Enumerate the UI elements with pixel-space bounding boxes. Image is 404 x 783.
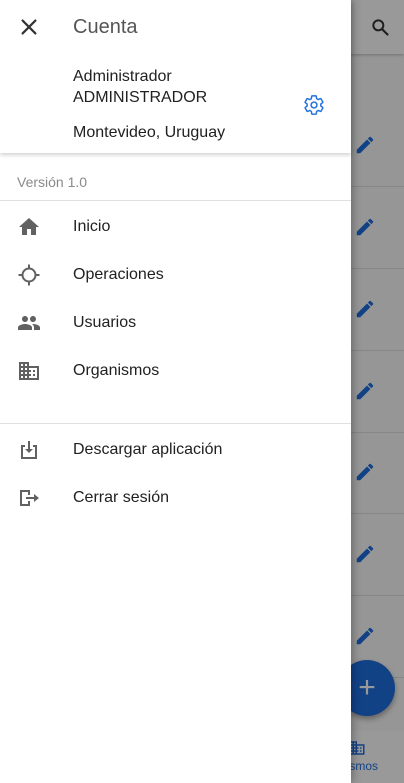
nav-item-organismos[interactable]: Organismos bbox=[0, 346, 351, 394]
nav-item-label: Usuarios bbox=[73, 314, 137, 331]
nav-item-label: Cerrar sesión bbox=[73, 489, 170, 506]
nav-item-label: Operaciones bbox=[73, 266, 164, 283]
nav-item-inicio[interactable]: Inicio bbox=[0, 202, 351, 250]
nav-item-cerrar-sesion[interactable]: Cerrar sesión bbox=[0, 473, 351, 521]
nav-item-descargar-aplicacion[interactable]: Descargar aplicación bbox=[0, 425, 351, 473]
drawer-header: Cuenta Administrador ADMINISTRADOR Monte… bbox=[0, 0, 351, 153]
app-version: Versión 1.0 bbox=[17, 174, 88, 190]
user-location: Montevideo, Uruguay bbox=[73, 124, 226, 141]
divider bbox=[0, 423, 351, 424]
drawer-title: Cuenta bbox=[73, 16, 138, 38]
close-icon[interactable] bbox=[18, 16, 40, 38]
download-icon bbox=[21, 441, 37, 459]
crosshair-icon bbox=[18, 264, 40, 286]
gear-icon[interactable] bbox=[303, 94, 325, 116]
people-icon bbox=[18, 316, 40, 330]
nav-item-label: Inicio bbox=[73, 218, 111, 235]
logout-icon bbox=[20, 490, 39, 506]
nav-item-label: Descargar aplicación bbox=[73, 441, 223, 458]
nav-item-operaciones[interactable]: Operaciones bbox=[0, 250, 351, 298]
user-role: ADMINISTRADOR bbox=[73, 89, 208, 106]
nav-item-usuarios[interactable]: Usuarios bbox=[0, 298, 351, 346]
divider bbox=[0, 200, 351, 201]
building-icon bbox=[19, 362, 39, 380]
user-name: Administrador bbox=[73, 68, 172, 85]
home-icon bbox=[19, 218, 39, 235]
navigation-drawer: Cuenta Administrador ADMINISTRADOR Monte… bbox=[0, 0, 351, 783]
nav-item-label: Organismos bbox=[73, 362, 160, 379]
